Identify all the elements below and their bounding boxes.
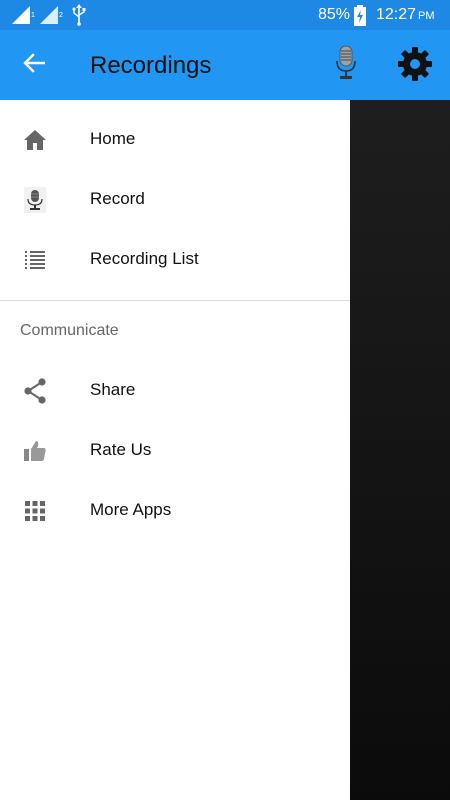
drawer-item-label: More Apps — [90, 500, 172, 519]
navigation-drawer: Home Record Recording List Communicate S… — [0, 100, 350, 800]
drawer-item-label: Share — [90, 380, 136, 399]
signal-1-icon — [12, 6, 32, 24]
microphone-button[interactable] — [326, 44, 366, 86]
drawer-item-home[interactable]: Home — [0, 110, 350, 170]
battery-charging-icon — [353, 5, 367, 32]
drawer-scrim[interactable] — [350, 100, 450, 800]
signal-2-icon — [40, 6, 60, 24]
drawer-divider — [0, 300, 350, 301]
page-title: Recordings — [90, 52, 212, 79]
drawer-item-label: Record — [90, 189, 145, 208]
grid-icon — [20, 497, 50, 525]
back-button[interactable] — [14, 45, 54, 85]
drawer-item-rate-us[interactable]: Rate Us — [0, 421, 350, 481]
status-bar: 1 2 85% 12:27 PM — [0, 0, 450, 30]
drawer-item-label: Recording List — [90, 249, 199, 268]
usb-icon — [72, 4, 86, 31]
gear-icon — [397, 46, 433, 87]
share-icon — [20, 377, 50, 405]
drawer-item-label: Rate Us — [90, 440, 152, 459]
arrow-left-icon — [23, 52, 46, 78]
drawer-item-more-apps[interactable]: More Apps — [0, 481, 350, 541]
battery-percent: 85% — [318, 6, 351, 23]
home-icon — [20, 126, 50, 154]
section-header-communicate: Communicate — [20, 322, 119, 339]
drawer-item-share[interactable]: Share — [0, 361, 350, 421]
clock: 12:27 PM — [376, 6, 435, 24]
microphone-icon — [335, 45, 357, 86]
thumbs-up-icon — [20, 437, 50, 465]
list-icon — [20, 246, 50, 274]
app-bar: Recordings — [0, 30, 450, 100]
sim-1-label: 1 — [31, 12, 35, 19]
microphone-icon — [20, 186, 50, 214]
drawer-item-label: Home — [90, 129, 136, 148]
sim-2-label: 2 — [59, 12, 63, 19]
clock-time: 12:27 — [376, 6, 417, 23]
drawer-item-recording-list[interactable]: Recording List — [0, 230, 350, 290]
clock-ampm: PM — [418, 10, 435, 22]
drawer-item-record[interactable]: Record — [0, 170, 350, 230]
settings-button[interactable] — [394, 45, 436, 87]
